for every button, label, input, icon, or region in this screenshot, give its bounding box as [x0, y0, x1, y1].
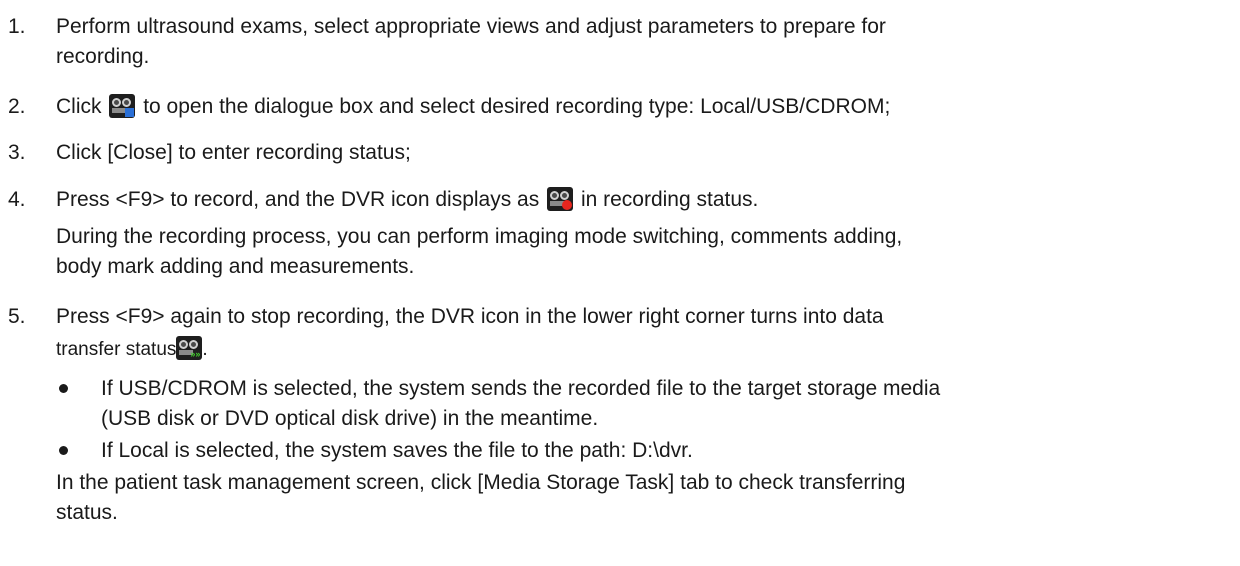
step-text: Click [Close] to enter recording status;	[56, 141, 411, 164]
step-number: 5.	[8, 305, 26, 328]
footer-text: status.	[56, 501, 118, 524]
bullet-text: If Local is selected, the system saves t…	[101, 439, 693, 462]
dvr-select-icon	[109, 94, 136, 118]
step-text: Perform ultrasound exams, select appropr…	[56, 15, 886, 38]
step-note: During the recording process, you can pe…	[56, 225, 903, 248]
step-text: transfer status »» .	[56, 336, 208, 363]
dvr-recording-icon	[547, 187, 574, 211]
step-number: 2.	[8, 95, 26, 118]
bullet-dot	[59, 446, 68, 455]
step-text: Click to open the dialogue box and selec…	[56, 94, 891, 118]
step-text: Press <F9> to record, and the DVR icon d…	[56, 187, 759, 211]
step-note: body mark adding and measurements.	[56, 255, 415, 278]
bullet-dot	[59, 384, 68, 393]
step-number: 3.	[8, 141, 26, 164]
step-number: 1.	[8, 15, 26, 38]
bullet-text: If USB/CDROM is selected, the system sen…	[101, 377, 941, 400]
step-text: Press <F9> again to stop recording, the …	[56, 305, 884, 328]
dvr-transfer-icon: »»	[176, 336, 203, 360]
step-number: 4.	[8, 188, 26, 211]
step-text: recording.	[56, 45, 150, 68]
footer-text: In the patient task management screen, c…	[56, 471, 906, 494]
bullet-text: (USB disk or DVD optical disk drive) in …	[101, 407, 599, 430]
